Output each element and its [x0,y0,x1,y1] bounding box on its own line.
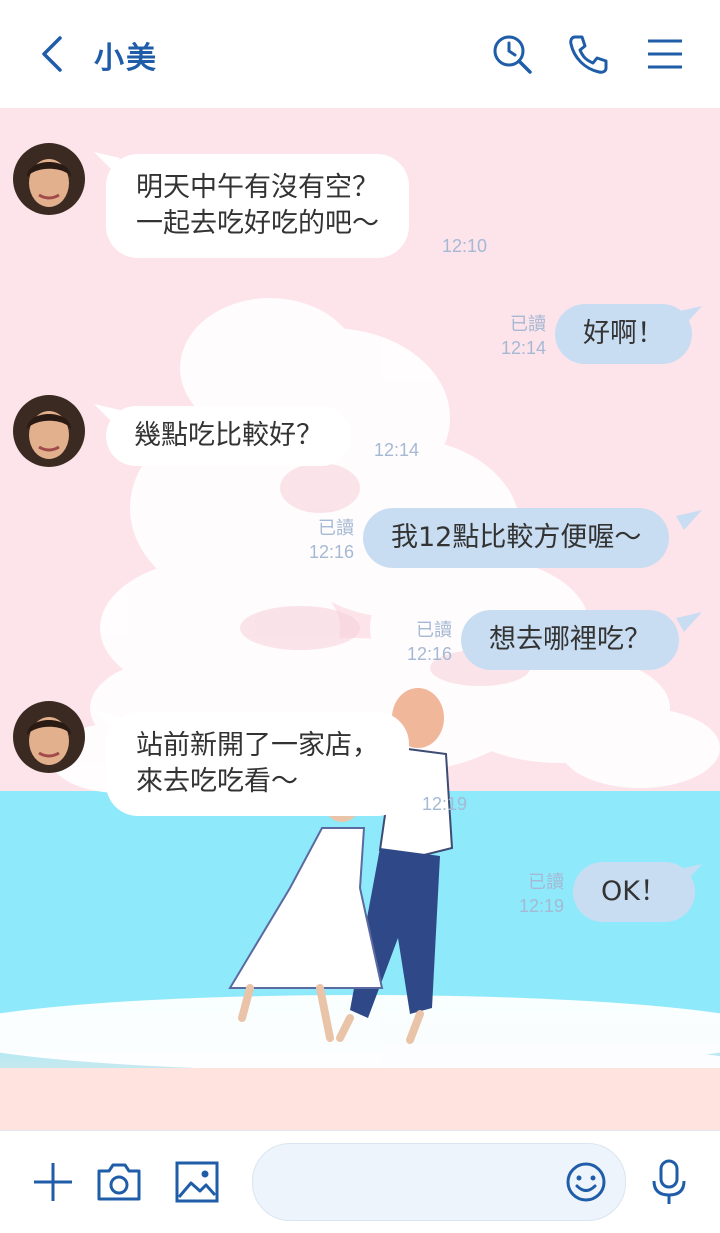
read-status: 已讀 [416,620,452,641]
message-bubble-outgoing[interactable]: 我12點比較方便喔～ [363,508,670,568]
avatar-photo [13,143,85,215]
menu-icon[interactable] [644,32,688,76]
chat-header: 小美 [0,0,720,108]
avatar[interactable] [13,143,85,215]
emoji-icon[interactable] [565,1161,607,1203]
message-input-container[interactable] [252,1143,626,1221]
message-bubble-incoming[interactable]: 站前新開了一家店， 來去吃吃看～ [106,712,409,816]
bubble-tail [676,510,702,530]
message-line: 明天中午有沒有空？ [136,172,379,203]
bubble-tail [676,306,702,326]
avatar[interactable] [13,395,85,467]
read-status: 已讀 [318,518,354,539]
microphone-icon[interactable] [644,1157,694,1207]
message-time: 12:16 [309,542,355,562]
chat-title: 小美 [94,41,158,76]
phone-icon[interactable] [566,32,610,76]
message-time: 12:19 [422,794,468,814]
avatar-photo [13,395,85,467]
plus-icon[interactable] [28,1157,78,1207]
avatar-photo [13,701,85,773]
message-line: 來去吃吃看～ [136,766,298,797]
message-input[interactable] [277,1162,561,1204]
message-line: 站前新開了一家店， [136,730,379,761]
message-bubble-incoming[interactable]: 明天中午有沒有空？ 一起去吃好吃的吧～ [106,154,409,258]
avatar[interactable] [13,701,85,773]
read-status: 已讀 [510,314,546,335]
message-bubble-outgoing[interactable]: 好啊！ [555,304,692,364]
message-bubble-outgoing[interactable]: 想去哪裡吃？ [461,610,679,670]
message-time: 12:14 [501,338,547,358]
message-time: 12:19 [519,896,565,916]
message-bubble-incoming[interactable]: 幾點吃比較好？ [106,406,351,466]
search-icon[interactable] [490,32,534,76]
chat-area[interactable]: 明天中午有沒有空？ 一起去吃好吃的吧～ 12:10 已讀 12:14 好啊！ 幾… [0,108,720,1130]
message-line: 幾點吃比較好？ [134,420,323,451]
composer-bar [0,1130,720,1233]
message-time: 12:14 [374,440,420,460]
message-time: 12:10 [442,236,488,256]
message-time: 12:16 [407,644,453,664]
camera-icon[interactable] [94,1157,144,1207]
bubble-tail [676,864,702,884]
message-line: 一起去吃好吃的吧～ [136,208,379,239]
bubble-tail [676,612,702,632]
read-status: 已讀 [528,872,564,893]
image-icon[interactable] [172,1157,222,1207]
chevron-left-icon[interactable] [34,32,74,76]
